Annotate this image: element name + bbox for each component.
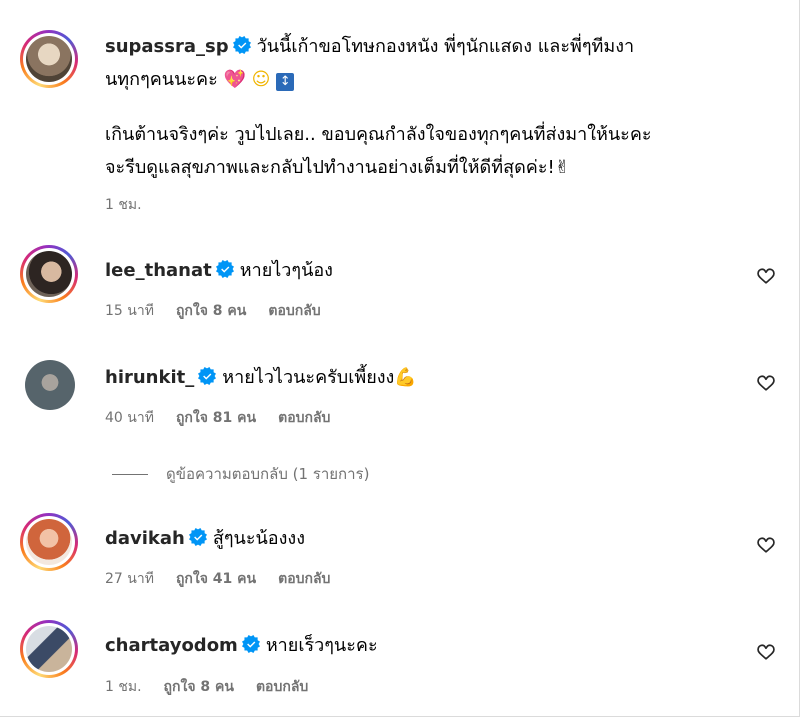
view-replies-button[interactable]: ดูข้อความตอบกลับ (1 รายการ) [112, 462, 369, 486]
comment-2-meta: 40 นาที ถูกใจ 81 คน ตอบกลับ [105, 407, 352, 429]
verified-badge-icon [198, 367, 217, 385]
view-replies-label: ดูข้อความตอบกลับ (1 รายการ) [166, 465, 370, 483]
replies-divider-line [112, 474, 148, 475]
up-down-arrow-emoji-icon: ↕ [276, 73, 295, 91]
heart-outline-icon[interactable] [756, 535, 776, 555]
avatar-image [26, 519, 72, 565]
reply-button[interactable]: ตอบกลับ [278, 410, 330, 426]
caption-time[interactable]: 1 ชม. [105, 197, 142, 213]
comment-time[interactable]: 40 นาที [105, 410, 154, 426]
comment-likes[interactable]: ถูกใจ 81 คน [176, 410, 256, 426]
comment-2: hirunkit_ หายไวไวนะครับเพี้ยงง💪 [105, 361, 417, 394]
heart-outline-icon[interactable] [756, 373, 776, 393]
comment-username[interactable]: chartayodom [105, 635, 238, 656]
reply-button[interactable]: ตอบกลับ [268, 303, 320, 319]
caption-text-3: เกินต้านจริงๆค่ะ วูบไปเลย.. ขอบคุณกำลังใ… [105, 124, 652, 145]
comment-3-meta: 27 นาที ถูกใจ 41 คน ตอบกลับ [105, 568, 352, 590]
caption-meta: 1 ชม. [105, 194, 164, 216]
avatar-lee-thanat[interactable] [20, 245, 78, 303]
flexed-biceps-emoji-icon: 💪 [394, 367, 417, 388]
comment-4-meta: 1 ชม. ถูกใจ 8 คน ตอบกลับ [105, 676, 330, 698]
comment-username[interactable]: davikah [105, 528, 185, 549]
reply-button[interactable]: ตอบกลับ [278, 571, 330, 587]
comment-username[interactable]: hirunkit_ [105, 367, 194, 388]
reply-button[interactable]: ตอบกลับ [256, 679, 308, 695]
caption-text-4: จะรีบดูแลสุขภาพและกลับไปทำงานอย่างเต็มที… [105, 157, 570, 178]
heart-outline-icon[interactable] [756, 642, 776, 662]
caption-text-2: นทุกๆคนนะคะ [105, 69, 218, 90]
caption-line-3: เกินต้านจริงๆค่ะ วูบไปเลย.. ขอบคุณกำลังใ… [105, 118, 652, 151]
caption-text-1: วันนี้เก้าขอโทษกองหนัง พี่ๆนักแสดง และพี… [256, 36, 635, 57]
comment-time[interactable]: 27 นาที [105, 571, 154, 587]
comment-likes[interactable]: ถูกใจ 8 คน [176, 303, 246, 319]
comment-likes[interactable]: ถูกใจ 8 คน [164, 679, 234, 695]
verified-badge-icon [188, 528, 207, 546]
comment-text: หายไวไวนะครับเพี้ยงง [222, 367, 395, 388]
comment-time[interactable]: 1 ชม. [105, 679, 142, 695]
comment-1: lee_thanat หายไวๆน้อง [105, 254, 333, 287]
heart-outline-icon[interactable] [756, 266, 776, 286]
smile-emoji-icon: ☺ [251, 69, 271, 90]
avatar-image [26, 626, 72, 672]
comment-text: หายเร็วๆนะคะ [265, 635, 378, 656]
comment-4: chartayodom หายเร็วๆนะคะ [105, 629, 378, 662]
caption-line-1: supassra_sp วันนี้เก้าขอโทษกองหนัง พี่ๆนั… [105, 30, 634, 63]
avatar-davikah[interactable] [20, 513, 78, 571]
caption-line-4: จะรีบดูแลสุขภาพและกลับไปทำงานอย่างเต็มที… [105, 151, 570, 184]
comment-1-meta: 15 นาที ถูกใจ 8 คน ตอบกลับ [105, 300, 343, 322]
avatar-hirunkit[interactable] [25, 360, 75, 410]
verified-badge-icon [215, 260, 234, 278]
verified-badge-icon [241, 635, 260, 653]
avatar-chartayodom[interactable] [20, 620, 78, 678]
caption-line-2: นทุกๆคนนะคะ 💖 ☺ ↕ [105, 63, 295, 96]
heart-emoji-icon: 💖 [223, 69, 246, 90]
avatar-image [26, 251, 72, 297]
comment-3: davikah สู้ๆนะน้องงง [105, 522, 305, 555]
comment-text: สู้ๆนะน้องงง [212, 528, 305, 549]
avatar-image [26, 36, 72, 82]
comment-likes[interactable]: ถูกใจ 41 คน [176, 571, 256, 587]
comment-text: หายไวๆน้อง [239, 260, 333, 281]
verified-badge-icon [232, 36, 251, 54]
avatar-supassra[interactable] [20, 30, 78, 88]
comment-time[interactable]: 15 นาที [105, 303, 154, 319]
comment-username[interactable]: lee_thanat [105, 260, 212, 281]
caption-username[interactable]: supassra_sp [105, 36, 229, 57]
